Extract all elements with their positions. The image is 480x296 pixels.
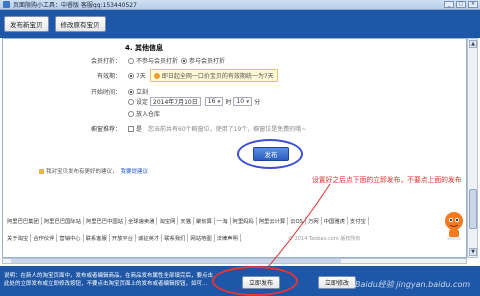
no-member-discount-label: 不参与会员打折 bbox=[136, 58, 179, 65]
footer-link[interactable]: 法律声明 bbox=[215, 234, 241, 242]
showcase-note: 您当前共有60个橱窗位，使用了19个，橱窗位是免费的哦~ bbox=[148, 126, 307, 133]
radio-validity-7days[interactable] bbox=[128, 72, 134, 79]
put-warehouse-label: 放入仓库 bbox=[136, 111, 161, 118]
minimize-button[interactable]: _ bbox=[444, 1, 454, 8]
start-set-label: 设定 bbox=[136, 99, 149, 106]
showcase-checkbox[interactable] bbox=[128, 125, 134, 132]
window-titlebar: 页面限购小工具：中睿版 客服qq:153440527 _ □ × bbox=[0, 0, 480, 10]
validity-row: 有效期： 7天 即日起全网一口价宝贝的有效期统一为7天 bbox=[81, 69, 278, 82]
footer-links-row1: 阿里巴巴集团 阿里巴巴国际站 阿里巴巴中国站 全球速卖通 淘宝网 天猫 聚划算 … bbox=[5, 217, 369, 225]
footer-link[interactable]: 支付宝 bbox=[348, 217, 369, 225]
scroll-up-icon[interactable]: ▲ bbox=[469, 40, 477, 48]
scroll-down-icon[interactable]: ▼ bbox=[469, 248, 477, 256]
modify-existing-item-button[interactable]: 修改原有宝贝 bbox=[54, 16, 106, 32]
footer-link[interactable]: 诚征英才 bbox=[136, 234, 163, 242]
taobao-mascot-icon bbox=[445, 212, 463, 240]
validity-label: 有效期： bbox=[96, 73, 121, 80]
feedback-link[interactable]: 我要提建议 bbox=[121, 167, 149, 175]
radio-no-member-discount[interactable] bbox=[128, 57, 134, 64]
watermark: Baidu经验 jingyan.baidu.com bbox=[355, 280, 471, 289]
date-input[interactable]: 2014年7月10日 bbox=[150, 97, 201, 106]
footer-link[interactable]: 一淘 bbox=[215, 217, 231, 225]
vertical-scrollbar[interactable]: ▲ ▼ bbox=[467, 38, 478, 258]
showcase-row: 橱窗推荐： 是 您当前共有60个橱窗位，使用了19个，橱窗位是免费的哦~ bbox=[81, 124, 306, 133]
footer-link[interactable]: 云OS bbox=[288, 217, 307, 225]
footer-link[interactable]: 联系我们 bbox=[162, 234, 189, 242]
radio-start-set[interactable] bbox=[128, 98, 134, 105]
footer-link[interactable]: 阿里巴巴集团 bbox=[5, 217, 42, 225]
showcase-checkbox-label: 是 bbox=[136, 126, 143, 133]
radio-put-warehouse[interactable] bbox=[128, 110, 134, 117]
validity-value: 7天 bbox=[136, 73, 146, 80]
footer-link[interactable]: 聚划算 bbox=[194, 217, 215, 225]
footer-link[interactable]: 阿里云计算 bbox=[257, 217, 289, 225]
radio-member-discount[interactable] bbox=[181, 57, 188, 64]
footer-link[interactable]: 联系客服 bbox=[84, 234, 110, 242]
start-time-warehouse-row: 放入仓库 bbox=[125, 109, 160, 118]
footer-link[interactable]: 阿里巴巴中国站 bbox=[84, 217, 126, 225]
member-discount-option-label: 参与会员打折 bbox=[189, 58, 226, 65]
maximize-button[interactable]: □ bbox=[456, 1, 466, 8]
start-now-label: 立刻 bbox=[136, 89, 149, 96]
footer-link[interactable]: 开放平台 bbox=[110, 234, 137, 242]
minute-value: 10 bbox=[236, 98, 245, 105]
footer-link[interactable]: 全球速卖通 bbox=[126, 217, 158, 225]
start-time-set-row: 设定 2014年7月10日 16 ▼ 时 10 ▼ 分 bbox=[125, 97, 260, 106]
scrollbar-thumb[interactable] bbox=[469, 189, 477, 229]
chevron-down-icon: ▼ bbox=[246, 99, 250, 104]
section-title: 4. 其他信息 bbox=[125, 44, 163, 52]
feedback-text: 我对宝贝发布有更好的建议， bbox=[46, 169, 118, 175]
radio-start-now[interactable] bbox=[128, 88, 134, 95]
instruction-text: 说明：在新人的淘宝页面中，发布或者编辑商品，在商品发布属性全部填完后，要点击此处… bbox=[4, 273, 214, 287]
info-icon bbox=[153, 72, 160, 79]
validity-tip-text: 即日起全网一口价宝贝的有效期统一为7天 bbox=[161, 73, 274, 80]
footer-link[interactable]: 营销中心 bbox=[57, 234, 84, 242]
footer-link[interactable]: 阿里巴巴国际站 bbox=[42, 217, 84, 225]
showcase-label: 橱窗推荐： bbox=[90, 126, 121, 133]
app-icon bbox=[3, 1, 10, 8]
close-button[interactable]: × bbox=[468, 1, 478, 8]
main-toolbar: 发布新宝贝 修改原有宝贝 bbox=[0, 10, 480, 38]
footer-link[interactable]: 万网 bbox=[306, 217, 322, 225]
feedback-line: 我对宝贝发布有更好的建议， 我要提建议 bbox=[39, 167, 148, 175]
modify-now-button[interactable]: 立即修改 bbox=[318, 276, 357, 289]
validity-tip: 即日起全网一口价宝贝的有效期统一为7天 bbox=[149, 69, 278, 82]
publish-new-item-button[interactable]: 发布新宝贝 bbox=[4, 16, 49, 32]
instruction-annotation: 设置好之后点下面的立即发布，不要点上面的发布 bbox=[312, 176, 462, 184]
minute-select[interactable]: 10 ▼ bbox=[233, 97, 253, 106]
hour-unit: 时 bbox=[225, 99, 232, 106]
member-discount-row: 会员打折： 不参与会员打折 参与会员打折 bbox=[81, 56, 225, 65]
start-time-label: 开始时间： bbox=[90, 89, 121, 96]
chevron-down-icon: ▼ bbox=[217, 99, 221, 104]
footer-links-row2: 关于淘宝 合作伙伴 营销中心 联系客服 开放平台 诚征英才 联系我们 网站地图 … bbox=[5, 234, 241, 242]
window-title: 页面限购小工具：中睿版 客服qq:153440527 bbox=[13, 2, 137, 9]
hour-value: 16 bbox=[207, 98, 216, 105]
horizontal-scrollbar[interactable] bbox=[2, 258, 467, 264]
date-value: 2014年7月10日 bbox=[153, 99, 198, 106]
start-time-row: 开始时间： 立刻 bbox=[81, 87, 148, 96]
footer-link[interactable]: 中国雅虎 bbox=[322, 217, 348, 225]
feedback-icon bbox=[39, 168, 44, 174]
footer-link[interactable]: 阿里妈妈 bbox=[231, 217, 257, 225]
member-discount-label: 会员打折： bbox=[90, 58, 121, 65]
footer-link[interactable]: 天猫 bbox=[178, 217, 194, 225]
hour-select[interactable]: 16 ▼ bbox=[204, 97, 224, 106]
footer-link[interactable]: 合作伙伴 bbox=[31, 234, 58, 242]
copyright: © 2014 Taobao.com 版权所有 bbox=[288, 236, 361, 242]
minute-unit: 分 bbox=[254, 99, 261, 106]
footer-link[interactable]: 淘宝网 bbox=[157, 217, 179, 225]
browser-frame: 4. 其他信息 会员打折： 不参与会员打折 参与会员打折 有效期： 7天 即日起… bbox=[2, 38, 467, 258]
page-publish-button[interactable]: 发布 bbox=[253, 147, 289, 161]
footer-link[interactable]: 关于淘宝 bbox=[5, 234, 32, 242]
highlight-oval-red bbox=[212, 266, 298, 296]
window-controls: _ □ × bbox=[444, 1, 478, 8]
hscrollbar-thumb[interactable] bbox=[11, 259, 341, 263]
footer-link[interactable]: 网站地图 bbox=[188, 234, 215, 242]
